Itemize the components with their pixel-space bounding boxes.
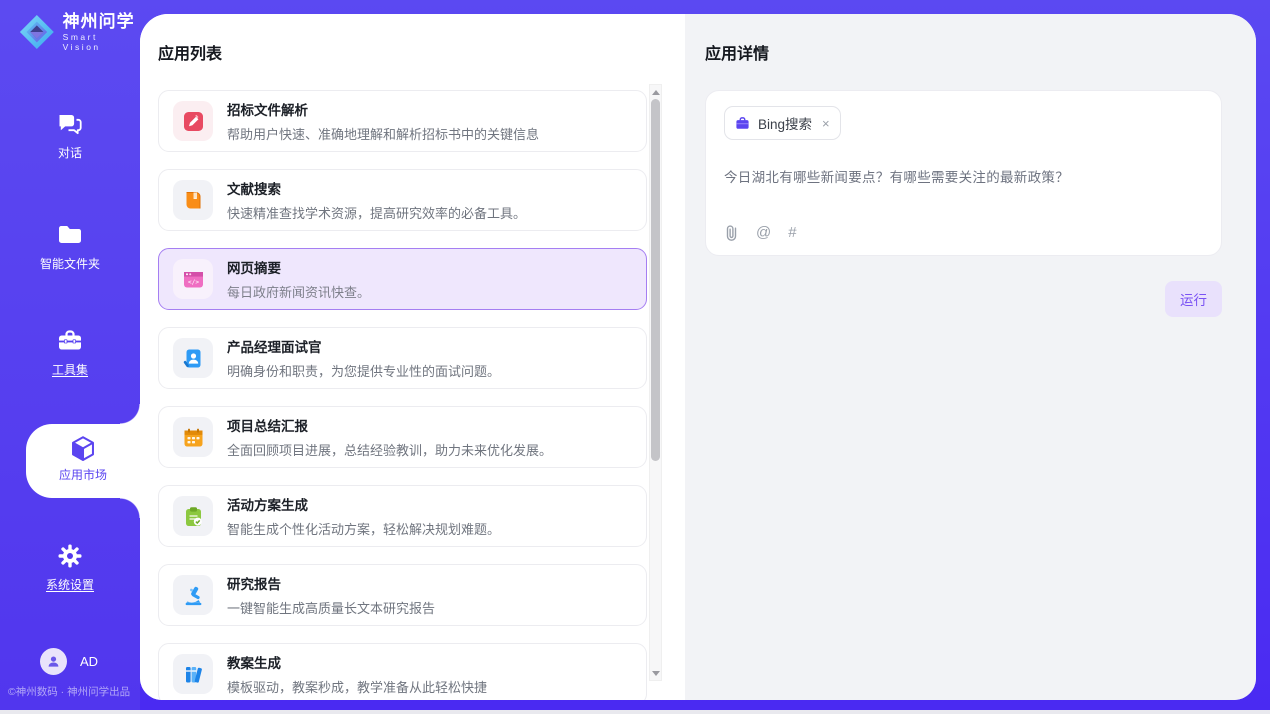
app-card-title: 研究报告 [227, 573, 435, 593]
user-name: AD [80, 654, 98, 669]
sidebar-item-label: 工具集 [0, 361, 140, 378]
webpage-summary-icon: </> [173, 259, 213, 299]
app-card-desc: 帮助用户快速、准确地理解和解析招标书中的关键信息 [227, 124, 539, 143]
briefcase-icon [735, 116, 750, 131]
sidebar-item-chat[interactable]: 对话 [0, 110, 140, 161]
app-card-title: 网页摘要 [227, 257, 370, 277]
app-card-literature[interactable]: 文献搜索 快速精准查找学术资源，提高研究效率的必备工具。 [158, 169, 647, 231]
event-plan-icon [173, 496, 213, 536]
app-card-event-plan[interactable]: 活动方案生成 智能生成个性化活动方案，轻松解决规划难题。 [158, 485, 647, 547]
app-detail-title: 应用详情 [705, 40, 1222, 64]
tool-chip-label: Bing搜索 [758, 113, 812, 133]
book-search-icon [173, 180, 213, 220]
app-card-desc: 模板驱动，教案秒成，教学准备从此轻松快捷 [227, 677, 487, 696]
brand-tagline: Smart Vision [63, 32, 140, 52]
app-card-desc: 一键智能生成高质量长文本研究报告 [227, 598, 435, 617]
main-content: 应用列表 招标文件解析 帮助用户快速、准确地理解和解析招标书中的关键信息 [140, 14, 1256, 700]
app-card-desc: 明确身份和职责，为您提供专业性的面试问题。 [227, 361, 500, 380]
chat-icon [56, 110, 84, 138]
folder-icon [56, 221, 84, 249]
app-card-lesson-plan[interactable]: 教案生成 模板驱动，教案秒成，教学准备从此轻松快捷 [158, 643, 647, 700]
sidebar-item-settings[interactable]: 系统设置 [0, 542, 140, 593]
svg-text:</>: </> [187, 279, 198, 286]
app-card-title: 文献搜索 [227, 178, 526, 198]
app-logo: 神州问学 Smart Vision [18, 13, 140, 52]
composer-toolbar: @ # [724, 224, 1203, 241]
interviewer-icon [173, 338, 213, 378]
scroll-up-icon[interactable] [650, 86, 661, 98]
topic-icon[interactable]: # [788, 225, 796, 240]
chip-close-icon[interactable]: × [822, 116, 830, 131]
brand-name: 神州问学 [63, 13, 140, 32]
tool-chip-bing-search[interactable]: Bing搜索 × [724, 106, 841, 140]
toolbox-icon [56, 327, 84, 355]
gear-icon [56, 542, 84, 570]
app-card-title: 产品经理面试官 [227, 336, 500, 356]
sidebar-item-toolset[interactable]: 工具集 [0, 327, 140, 378]
app-card-research-report[interactable]: 研究报告 一键智能生成高质量长文本研究报告 [158, 564, 647, 626]
sidebar-item-label: 对话 [0, 144, 140, 161]
sidebar-item-label: 智能文件夹 [0, 255, 140, 272]
app-card-desc: 每日政府新闻资讯快查。 [227, 282, 370, 301]
avatar [40, 648, 67, 675]
window-bottom-edge [0, 710, 1270, 714]
attachment-icon[interactable] [724, 224, 739, 241]
app-list-title: 应用列表 [158, 40, 685, 64]
app-card-pm-interviewer[interactable]: 产品经理面试官 明确身份和职责，为您提供专业性的面试问题。 [158, 327, 647, 389]
sidebar-item-label: 系统设置 [0, 576, 140, 593]
sidebar-item-smart-folder[interactable]: 智能文件夹 [0, 221, 140, 272]
app-card-project-summary[interactable]: 项目总结汇报 全面回顾项目进展，总结经验教训，助力未来优化发展。 [158, 406, 647, 468]
research-report-icon [173, 575, 213, 615]
app-card-webpage-summary[interactable]: </> 网页摘要 每日政府新闻资讯快查。 [158, 248, 647, 310]
app-card-desc: 全面回顾项目进展，总结经验教训，助力未来优化发展。 [227, 440, 552, 459]
scrollbar-thumb[interactable] [651, 99, 660, 461]
sidebar-item-app-market[interactable]: 应用市场 [26, 424, 140, 498]
tender-doc-icon [173, 101, 213, 141]
app-card-list: 招标文件解析 帮助用户快速、准确地理解和解析招标书中的关键信息 文献搜索 快速精… [158, 90, 647, 700]
app-card-title: 活动方案生成 [227, 494, 500, 514]
app-card-title: 项目总结汇报 [227, 415, 552, 435]
run-button[interactable]: 运行 [1165, 281, 1222, 317]
composer-card: Bing搜索 × 今日湖北有哪些新闻要点？有哪些需要关注的最新政策？ @ # [705, 90, 1222, 256]
lesson-plan-icon [173, 654, 213, 694]
query-input-text[interactable]: 今日湖北有哪些新闻要点？有哪些需要关注的最新政策？ [724, 166, 1203, 186]
app-card-title: 招标文件解析 [227, 99, 539, 119]
app-card-desc: 快速精准查找学术资源，提高研究效率的必备工具。 [227, 203, 526, 222]
person-icon [46, 654, 61, 669]
app-card-desc: 智能生成个性化活动方案，轻松解决规划难题。 [227, 519, 500, 538]
logo-diamond-icon [18, 13, 56, 51]
user-account[interactable]: AD [40, 648, 98, 675]
sidebar-item-label: 应用市场 [26, 466, 140, 483]
app-card-title: 教案生成 [227, 652, 487, 672]
project-report-icon [173, 417, 213, 457]
app-detail-panel: 应用详情 Bing搜索 × 今日湖北有哪些新闻要点？有哪些需要关注的最新政策？ … [685, 14, 1256, 700]
app-card-tender[interactable]: 招标文件解析 帮助用户快速、准确地理解和解析招标书中的关键信息 [158, 90, 647, 152]
sidebar: 神州问学 Smart Vision 对话 智能文件夹 工具集 [0, 0, 140, 710]
app-list-scrollbar[interactable] [649, 84, 662, 681]
mention-icon[interactable]: @ [756, 225, 771, 240]
scroll-down-icon[interactable] [650, 667, 661, 679]
cube-icon [68, 434, 98, 464]
app-list-panel: 应用列表 招标文件解析 帮助用户快速、准确地理解和解析招标书中的关键信息 [140, 14, 685, 700]
copyright-footer: ©神州数码 · 神州问学出品 [8, 684, 140, 699]
